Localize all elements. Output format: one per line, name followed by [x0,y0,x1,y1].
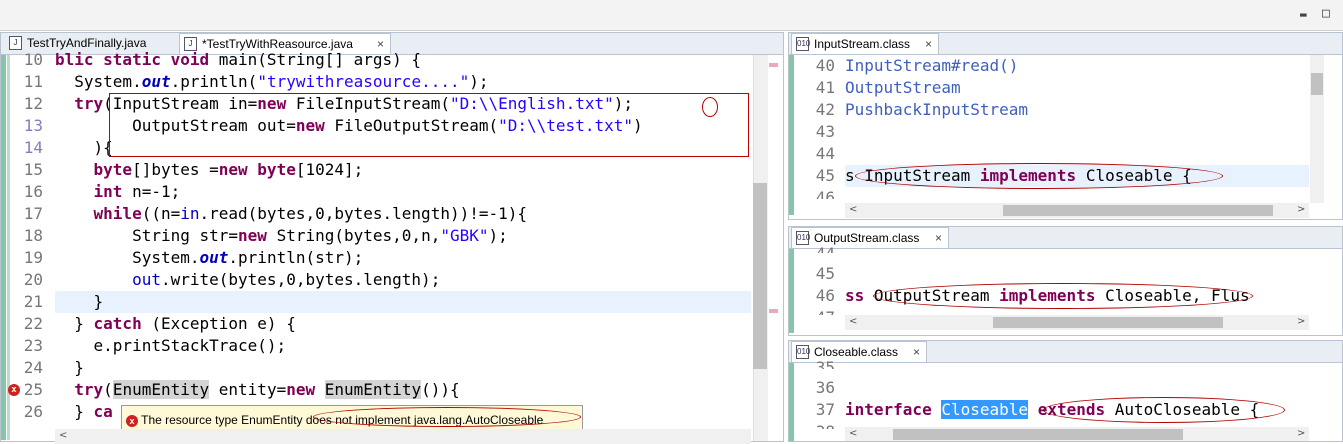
line-number: 12 [23,94,43,113]
code-line: System.out.println("trywithreasource....… [55,72,489,91]
code-line: } [55,358,84,377]
inputstream-pane[interactable]: 010 InputStream.class × 40 41 42 43 44 4… [788,32,1343,220]
java-editor[interactable]: J TestTryAndFinally.java J *TestTryWithR… [0,32,784,444]
code-line: int n=-1; [93,182,181,201]
minimize-icon[interactable]: ▬ [1300,8,1312,21]
error-icon: x [126,414,138,427]
code-line: System.out.println(str); [55,248,364,267]
overview-marker [769,309,778,313]
code-line: String str=new String(bytes,0,n,"GBK"); [55,226,508,245]
line-number: 36 [815,378,835,397]
code-line: try(EnumEntity entity=new EnumEntity()){ [74,380,460,399]
line-number: 46 [815,286,835,305]
maximize-icon[interactable]: □ [1322,6,1334,21]
line-number: 41 [815,78,835,97]
line-number: 15 [23,160,43,179]
code-line: } [55,292,104,311]
line-number: 37 [815,400,835,419]
line-number: 14 [23,138,43,157]
implements-annotation [873,283,1253,309]
pane-vertical-thumb[interactable] [1311,73,1323,95]
implements-annotation [855,163,1223,189]
line-number: 19 [23,248,43,267]
line-number: 26 [23,402,43,421]
code-line: } ca [55,402,113,421]
code-line: blic static void main(String[] args) { [55,50,422,69]
code-line: PushbackInputStream [845,100,1029,119]
line-number: 35 [815,358,835,369]
closeable-pane[interactable]: 010 Closeable.class × 35 36 37 38 interf… [788,340,1343,442]
pane-horizontal-thumb[interactable] [893,429,1183,440]
line-number: 46 [815,188,835,199]
line-number: 47 [799,307,835,315]
tab-label: InputStream.class [814,37,911,51]
tab-label: TestTryAndFinally.java [27,36,147,50]
line-number: 24 [23,358,43,377]
outputstream-pane[interactable]: 010 OutputStream.class × 44 45 46 47 ss … [788,226,1343,336]
semicolon-annotation [702,97,718,117]
scroll-right-icon[interactable]: > [1297,204,1305,215]
code-line: byte[]bytes =new byte[1024]; [93,160,364,179]
class-file-icon: 010 [796,37,810,51]
toolbar-strip [0,0,1343,31]
change-bar [7,55,10,440]
resource-annotation-box [109,93,749,157]
scroll-right-icon[interactable]: > [1297,428,1305,439]
line-number: 16 [23,182,43,201]
change-bar [789,363,794,441]
line-number: 45 [815,166,835,185]
line-number: 22 [23,314,43,333]
scroll-left-icon[interactable]: < [849,316,857,327]
code-line: e.printStackTrace(); [55,336,287,355]
line-number: 43 [815,122,835,141]
code-line: } catch (Exception e) { [55,314,296,333]
scroll-left-icon[interactable]: < [849,428,857,439]
scroll-left-icon[interactable]: < [59,430,67,441]
line-number: 42 [815,100,835,119]
current-line-highlight [55,291,751,313]
line-number: 11 [23,72,43,91]
overview-marker [769,63,778,67]
close-icon[interactable]: × [925,34,932,54]
scroll-right-icon[interactable]: > [1297,316,1305,327]
line-number: 44 [815,144,835,163]
scroll-left-icon[interactable]: < [849,204,857,215]
line-number: 40 [815,56,835,75]
error-marker-icon[interactable]: x [8,384,20,396]
code-line: ){ [55,138,113,157]
line-number: 23 [23,336,43,355]
line-number: 38 [799,421,835,429]
line-number: 10 [23,50,43,69]
pane-horizontal-thumb[interactable] [1003,205,1273,216]
extends-annotation [1043,397,1285,423]
line-number: 45 [815,264,835,283]
line-number: 44 [799,243,835,253]
tooltip-annotation [313,407,581,427]
line-number: 21 [23,292,43,311]
code-line: InputStream#read() [845,56,1019,75]
tab-inputstream-class[interactable]: 010 InputStream.class × [791,33,939,54]
editor-vertical-thumb[interactable] [753,183,767,369]
change-bar [789,55,794,215]
line-number: 18 [23,226,43,245]
code-line: while((n=in.read(bytes,0,bytes.length))!… [93,204,528,223]
change-bar [1,55,6,440]
code-line: OutputStream [845,78,961,97]
close-icon[interactable]: × [913,342,920,362]
code-line: out.write(bytes,0,bytes.length); [132,270,441,289]
pane-horizontal-thumb[interactable] [993,317,1223,328]
java-file-icon: J [9,36,22,50]
line-number: 20 [23,270,43,289]
change-bar [789,249,794,333]
line-number: 17 [23,204,43,223]
close-icon[interactable]: × [935,228,942,248]
tooltip-prefix: The resource type EnumEntity [141,413,306,427]
line-number: 13 [23,116,43,135]
